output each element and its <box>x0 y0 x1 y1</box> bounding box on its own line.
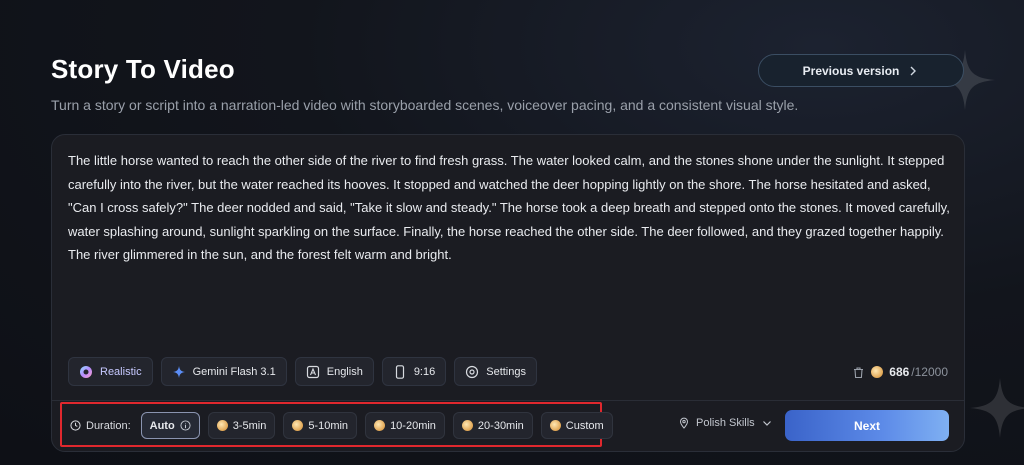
story-panel: The little horse wanted to reach the oth… <box>51 134 965 452</box>
coin-icon <box>871 366 884 378</box>
page-subtitle: Turn a story or script into a narration-… <box>51 97 799 113</box>
gear-icon <box>466 365 479 378</box>
coin-icon <box>374 420 386 431</box>
coin-icon <box>549 420 561 431</box>
duration-option-label: Custom <box>565 419 604 432</box>
settings-chip[interactable]: Settings <box>454 357 537 386</box>
duration-option-10-20min[interactable]: 10-20min <box>365 412 445 439</box>
duration-option-auto[interactable]: Auto <box>140 412 200 439</box>
palette-icon <box>80 365 92 378</box>
options-toolbar: Realistic Gemini Flash 3.1 English 9:16 … <box>68 357 537 386</box>
aspect-ratio-chip[interactable]: 9:16 <box>381 357 447 386</box>
coin-icon <box>292 420 304 431</box>
phone-icon <box>395 364 404 379</box>
duration-option-label: 3-5min <box>232 419 267 432</box>
credits-max: /12000 <box>911 365 948 379</box>
chevron-right-icon <box>910 66 917 75</box>
page-title: Story To Video <box>51 54 235 84</box>
coin-icon <box>216 420 228 431</box>
duration-option-label: 10-20min <box>390 419 436 432</box>
duration-option-20-30min[interactable]: 20-30min <box>452 412 533 439</box>
next-button[interactable]: Next <box>785 410 949 441</box>
trash-icon[interactable] <box>852 366 865 379</box>
model-label: Gemini Flash 3.1 <box>192 365 276 378</box>
chevron-down-icon <box>762 421 771 426</box>
language-label: English <box>326 365 363 378</box>
info-icon <box>180 420 191 431</box>
credits-display: 686 /12000 <box>852 365 948 379</box>
settings-label: Settings <box>486 365 526 378</box>
polish-skills-label: Polish Skills <box>696 417 755 429</box>
duration-option-label: Auto <box>149 419 175 432</box>
duration-option-custom[interactable]: Custom <box>540 412 613 439</box>
model-chip[interactable]: Gemini Flash 3.1 <box>160 357 287 386</box>
sparkle-icon <box>970 378 1024 438</box>
location-pin-icon <box>679 417 689 429</box>
clock-icon <box>70 420 81 431</box>
language-chip[interactable]: English <box>294 357 374 386</box>
duration-selector: Duration: Auto 3-5min 5-10min 10-20min 2… <box>70 412 613 439</box>
credits-count: 686 <box>889 365 910 379</box>
duration-option-5-10min[interactable]: 5-10min <box>283 412 358 439</box>
previous-version-button[interactable]: Previous version <box>758 54 964 87</box>
story-textarea[interactable]: The little horse wanted to reach the oth… <box>68 149 953 267</box>
gemini-sparkle-icon <box>172 365 185 378</box>
duration-option-label: 5-10min <box>308 419 349 432</box>
polish-skills-dropdown[interactable]: Polish Skills <box>678 417 773 429</box>
divider <box>52 400 964 401</box>
coin-icon <box>461 420 473 431</box>
duration-option-label: 20-30min <box>477 419 524 432</box>
duration-option-3-5min[interactable]: 3-5min <box>207 412 276 439</box>
translate-icon <box>306 365 319 378</box>
style-chip[interactable]: Realistic <box>68 357 153 386</box>
style-label: Realistic <box>100 365 142 378</box>
aspect-ratio-label: 9:16 <box>413 365 436 378</box>
duration-label: Duration: <box>86 419 131 432</box>
duration-label-group: Duration: <box>70 420 131 432</box>
previous-version-label: Previous version <box>802 63 900 78</box>
